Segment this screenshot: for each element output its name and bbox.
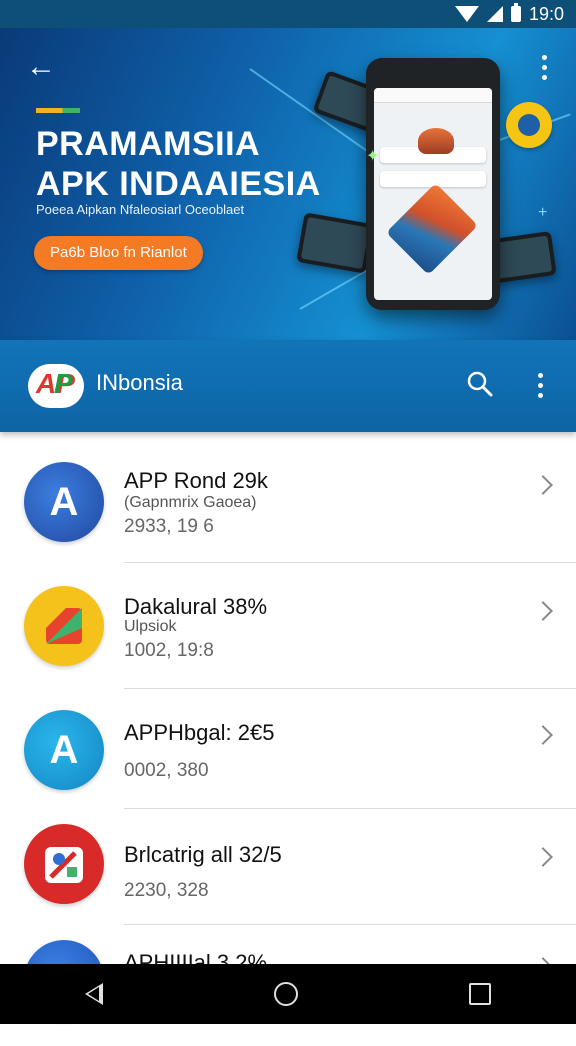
app-icon-letter: A	[49, 727, 79, 772]
list-item[interactable]: A APPHbgal: 2€5 0002, 380	[0, 690, 576, 810]
status-time: 19:0	[528, 3, 564, 24]
accent-bar	[36, 108, 80, 113]
app-icon: A	[24, 462, 104, 542]
badge-illustration	[506, 102, 552, 148]
sparkle-icon: +	[538, 204, 548, 221]
battery-icon	[510, 3, 521, 22]
app-subtitle: (Gapnmrix Gaoea)	[124, 494, 257, 511]
chevron-right-icon	[533, 725, 553, 745]
chevron-right-icon	[533, 847, 553, 867]
nav-recents-icon[interactable]	[468, 983, 491, 1005]
back-arrow-icon[interactable]: ←	[24, 50, 58, 84]
app-name: Dakalural 38%	[124, 594, 268, 619]
app-bar-title: INbonsia	[96, 370, 183, 395]
divider	[124, 924, 576, 925]
hero-title-line1: PRAMAMSIIA	[36, 125, 261, 163]
divider	[124, 562, 576, 563]
wifi-icon	[454, 6, 479, 22]
app-name: Brlcatrig all 32/5	[124, 842, 282, 867]
divider	[124, 688, 576, 689]
app-icon-letter: A	[49, 479, 79, 524]
chevron-right-icon	[533, 475, 553, 495]
hero-banner: ← PRAMAMSIIA APK INDAAIESIA Poeea Aipkan…	[0, 28, 576, 340]
app-logo: AP P	[28, 364, 84, 408]
logo-text-green: P	[54, 368, 73, 399]
sparkle-icon: ✦	[366, 148, 380, 165]
app-icon	[24, 824, 104, 904]
nav-back-icon[interactable]	[85, 983, 104, 1005]
list-item[interactable]: A APP Rond 29k (Gapnmrix Gaoea) 2933, 19…	[0, 442, 576, 562]
app-icon	[24, 586, 104, 666]
list-item[interactable]: Brlcatrig all 32/5 2230, 328	[0, 810, 576, 930]
system-nav-bar	[0, 964, 576, 1024]
more-vert-icon[interactable]	[530, 370, 550, 400]
app-bar: AP P INbonsia	[0, 340, 576, 432]
app-name: APP Rond 29k	[124, 468, 268, 493]
mini-phone-illustration	[296, 212, 374, 274]
app-subtitle: Ulpsiok	[124, 618, 177, 635]
search-icon[interactable]	[466, 370, 494, 398]
hero-cta-button[interactable]: Pa6b Bloo fn Rianlot	[34, 236, 203, 270]
app-meta: 0002, 380	[124, 760, 209, 781]
phone-illustration	[366, 58, 500, 310]
app-icon: A	[24, 710, 104, 790]
app-meta: 2933, 19 6	[124, 516, 214, 537]
chevron-right-icon	[533, 601, 553, 621]
app-meta: 2230, 328	[124, 880, 209, 901]
app-name: APPHbgal: 2€5	[124, 720, 275, 745]
app-meta: 1002, 19:8	[124, 640, 214, 661]
status-bar: 19:0	[0, 0, 576, 28]
hero-title-line2: APK INDAAIESIA	[36, 165, 321, 203]
nav-home-icon[interactable]	[273, 982, 298, 1006]
divider	[124, 808, 576, 809]
signal-icon	[486, 6, 503, 22]
list-item[interactable]: Dakalural 38% Ulpsiok 1002, 19:8	[0, 566, 576, 686]
hero-title: PRAMAMSIIA APK INDAAIESIA	[36, 124, 321, 204]
more-vert-icon[interactable]	[534, 50, 554, 84]
hero-tagline: Poeea Aipkan Nfaleosiarl Oceoblaet	[36, 202, 245, 217]
